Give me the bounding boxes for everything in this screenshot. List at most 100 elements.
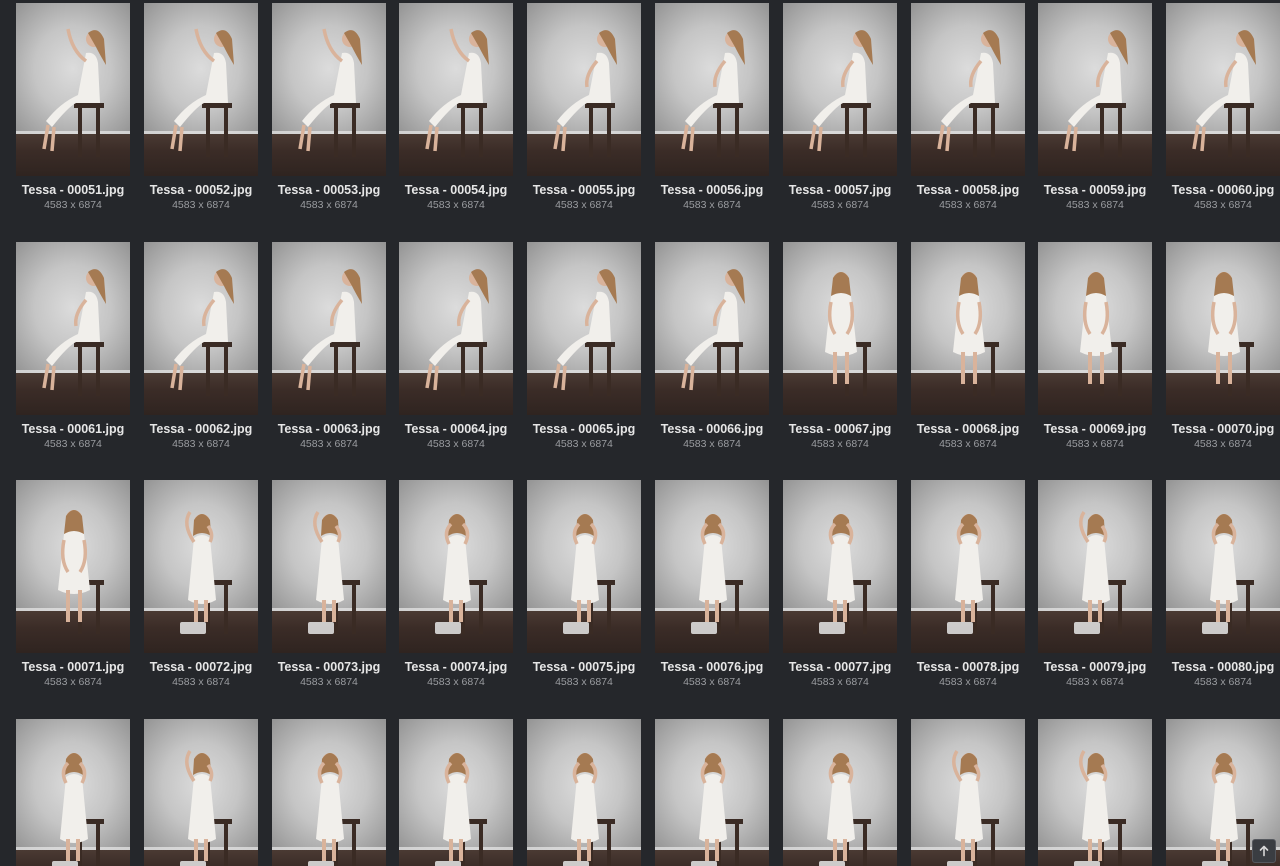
thumbnail-image[interactable] <box>783 719 897 866</box>
thumbnail-image[interactable] <box>783 242 897 415</box>
gallery-item[interactable]: Tessa - 00060.jpg 4583 x 6874 <box>1166 3 1280 212</box>
file-name[interactable]: Tessa - 00078.jpg <box>911 660 1025 675</box>
gallery-item[interactable]: Tessa - 00051.jpg 4583 x 6874 <box>16 3 130 212</box>
gallery-item[interactable]: Tessa - 00076.jpg 4583 x 6874 <box>655 480 769 689</box>
file-name[interactable]: Tessa - 00057.jpg <box>783 183 897 198</box>
thumbnail-image[interactable] <box>399 719 513 866</box>
gallery-item[interactable]: Tessa - 00071.jpg 4583 x 6874 <box>16 480 130 689</box>
gallery-item[interactable] <box>783 719 897 866</box>
thumbnail-image[interactable] <box>399 3 513 176</box>
file-name[interactable]: Tessa - 00079.jpg <box>1038 660 1152 675</box>
thumbnail-image[interactable] <box>272 719 386 866</box>
file-name[interactable]: Tessa - 00055.jpg <box>527 183 641 198</box>
gallery-item[interactable]: Tessa - 00075.jpg 4583 x 6874 <box>527 480 641 689</box>
gallery-item[interactable] <box>144 719 258 866</box>
gallery-item[interactable]: Tessa - 00066.jpg 4583 x 6874 <box>655 242 769 451</box>
thumbnail-image[interactable] <box>1166 480 1280 653</box>
gallery-item[interactable] <box>272 719 386 866</box>
file-name[interactable]: Tessa - 00065.jpg <box>527 422 641 437</box>
thumbnail-image[interactable] <box>527 3 641 176</box>
thumbnail-image[interactable] <box>1038 719 1152 866</box>
gallery-item[interactable]: Tessa - 00072.jpg 4583 x 6874 <box>144 480 258 689</box>
thumbnail-image[interactable] <box>16 480 130 653</box>
file-name[interactable]: Tessa - 00080.jpg <box>1166 660 1280 675</box>
thumbnail-image[interactable] <box>144 242 258 415</box>
gallery-item[interactable]: Tessa - 00068.jpg 4583 x 6874 <box>911 242 1025 451</box>
file-name[interactable]: Tessa - 00076.jpg <box>655 660 769 675</box>
thumbnail-image[interactable] <box>527 480 641 653</box>
thumbnail-image[interactable] <box>399 242 513 415</box>
file-name[interactable]: Tessa - 00068.jpg <box>911 422 1025 437</box>
thumbnail-image[interactable] <box>1166 242 1280 415</box>
thumbnail-image[interactable] <box>1038 3 1152 176</box>
gallery-item[interactable]: Tessa - 00064.jpg 4583 x 6874 <box>399 242 513 451</box>
file-name[interactable]: Tessa - 00067.jpg <box>783 422 897 437</box>
thumbnail-image[interactable] <box>144 3 258 176</box>
file-name[interactable]: Tessa - 00053.jpg <box>272 183 386 198</box>
thumbnail-image[interactable] <box>655 3 769 176</box>
file-name[interactable]: Tessa - 00070.jpg <box>1166 422 1280 437</box>
thumbnail-image[interactable] <box>527 719 641 866</box>
thumbnail-image[interactable] <box>16 242 130 415</box>
file-name[interactable]: Tessa - 00051.jpg <box>16 183 130 198</box>
gallery-item[interactable]: Tessa - 00058.jpg 4583 x 6874 <box>911 3 1025 212</box>
thumbnail-image[interactable] <box>272 480 386 653</box>
thumbnail-image[interactable] <box>911 3 1025 176</box>
thumbnail-image[interactable] <box>1038 480 1152 653</box>
thumbnail-image[interactable] <box>655 242 769 415</box>
gallery-item[interactable]: Tessa - 00074.jpg 4583 x 6874 <box>399 480 513 689</box>
gallery-item[interactable]: Tessa - 00079.jpg 4583 x 6874 <box>1038 480 1152 689</box>
thumbnail-image[interactable] <box>783 480 897 653</box>
file-name[interactable]: Tessa - 00060.jpg <box>1166 183 1280 198</box>
gallery-item[interactable]: Tessa - 00061.jpg 4583 x 6874 <box>16 242 130 451</box>
file-name[interactable]: Tessa - 00061.jpg <box>16 422 130 437</box>
thumbnail-image[interactable] <box>399 480 513 653</box>
gallery-item[interactable]: Tessa - 00052.jpg 4583 x 6874 <box>144 3 258 212</box>
thumbnail-image[interactable] <box>655 480 769 653</box>
thumbnail-image[interactable] <box>272 3 386 176</box>
gallery-item[interactable]: Tessa - 00057.jpg 4583 x 6874 <box>783 3 897 212</box>
thumbnail-image[interactable] <box>16 719 130 866</box>
gallery-item[interactable] <box>16 719 130 866</box>
thumbnail-image[interactable] <box>1038 242 1152 415</box>
file-name[interactable]: Tessa - 00075.jpg <box>527 660 641 675</box>
file-name[interactable]: Tessa - 00058.jpg <box>911 183 1025 198</box>
thumbnail-image[interactable] <box>783 3 897 176</box>
thumbnail-image[interactable] <box>144 480 258 653</box>
file-name[interactable]: Tessa - 00052.jpg <box>144 183 258 198</box>
thumbnail-image[interactable] <box>1166 3 1280 176</box>
gallery-item[interactable]: Tessa - 00073.jpg 4583 x 6874 <box>272 480 386 689</box>
gallery-item[interactable] <box>911 719 1025 866</box>
gallery-item[interactable] <box>399 719 513 866</box>
gallery-item[interactable]: Tessa - 00056.jpg 4583 x 6874 <box>655 3 769 212</box>
gallery-item[interactable]: Tessa - 00067.jpg 4583 x 6874 <box>783 242 897 451</box>
gallery-item[interactable]: Tessa - 00054.jpg 4583 x 6874 <box>399 3 513 212</box>
gallery-item[interactable]: Tessa - 00059.jpg 4583 x 6874 <box>1038 3 1152 212</box>
file-name[interactable]: Tessa - 00063.jpg <box>272 422 386 437</box>
thumbnail-image[interactable] <box>911 719 1025 866</box>
file-name[interactable]: Tessa - 00077.jpg <box>783 660 897 675</box>
gallery-item[interactable]: Tessa - 00080.jpg 4583 x 6874 <box>1166 480 1280 689</box>
gallery-item[interactable] <box>527 719 641 866</box>
scroll-to-top-button[interactable] <box>1252 839 1276 863</box>
gallery-item[interactable]: Tessa - 00077.jpg 4583 x 6874 <box>783 480 897 689</box>
thumbnail-image[interactable] <box>527 242 641 415</box>
gallery-item[interactable]: Tessa - 00069.jpg 4583 x 6874 <box>1038 242 1152 451</box>
file-name[interactable]: Tessa - 00062.jpg <box>144 422 258 437</box>
file-name[interactable]: Tessa - 00069.jpg <box>1038 422 1152 437</box>
thumbnail-image[interactable] <box>655 719 769 866</box>
file-name[interactable]: Tessa - 00072.jpg <box>144 660 258 675</box>
file-name[interactable]: Tessa - 00054.jpg <box>399 183 513 198</box>
file-name[interactable]: Tessa - 00073.jpg <box>272 660 386 675</box>
thumbnail-image[interactable] <box>911 242 1025 415</box>
file-name[interactable]: Tessa - 00074.jpg <box>399 660 513 675</box>
gallery-item[interactable]: Tessa - 00055.jpg 4583 x 6874 <box>527 3 641 212</box>
thumbnail-image[interactable] <box>911 480 1025 653</box>
gallery-item[interactable]: Tessa - 00078.jpg 4583 x 6874 <box>911 480 1025 689</box>
gallery-item[interactable]: Tessa - 00063.jpg 4583 x 6874 <box>272 242 386 451</box>
file-name[interactable]: Tessa - 00064.jpg <box>399 422 513 437</box>
gallery-item[interactable]: Tessa - 00053.jpg 4583 x 6874 <box>272 3 386 212</box>
file-name[interactable]: Tessa - 00059.jpg <box>1038 183 1152 198</box>
gallery-item[interactable] <box>1038 719 1152 866</box>
file-name[interactable]: Tessa - 00071.jpg <box>16 660 130 675</box>
